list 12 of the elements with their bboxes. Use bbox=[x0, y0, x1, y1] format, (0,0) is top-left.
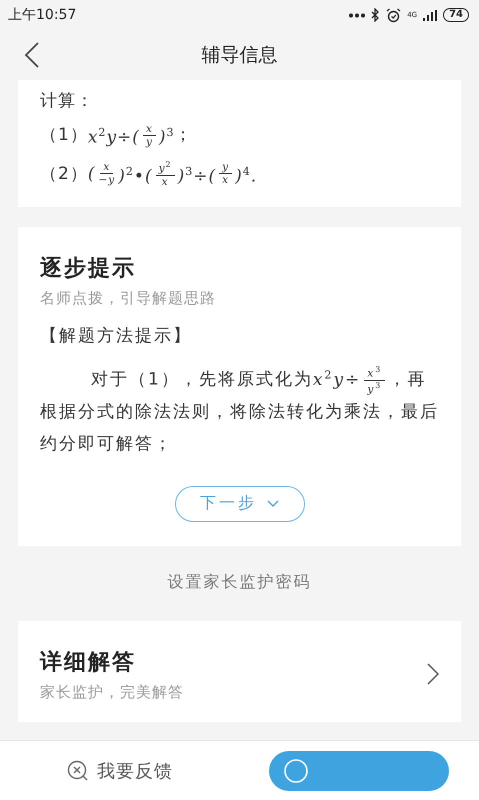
answer-title: 详细解答 bbox=[40, 648, 137, 677]
battery-level: 74 bbox=[443, 8, 469, 22]
answer-card[interactable]: 详细解答 家长监护，完美解答 bbox=[18, 620, 461, 722]
page-title: 辅导信息 bbox=[202, 43, 278, 68]
question-label: 计算： bbox=[40, 90, 94, 113]
clock-time: 上午10:57 bbox=[8, 6, 76, 24]
method-heading: 【解题方法提示】 bbox=[40, 325, 193, 348]
parent-password-link[interactable]: 设置家长监护密码 bbox=[168, 572, 312, 593]
answer-subtitle: 家长监护，完美解答 bbox=[40, 682, 184, 702]
feedback-button[interactable]: 我要反馈 bbox=[60, 758, 179, 784]
hints-title: 逐步提示 bbox=[40, 255, 137, 284]
hints-subtitle: 名师点拨，引导解题思路 bbox=[40, 289, 217, 308]
